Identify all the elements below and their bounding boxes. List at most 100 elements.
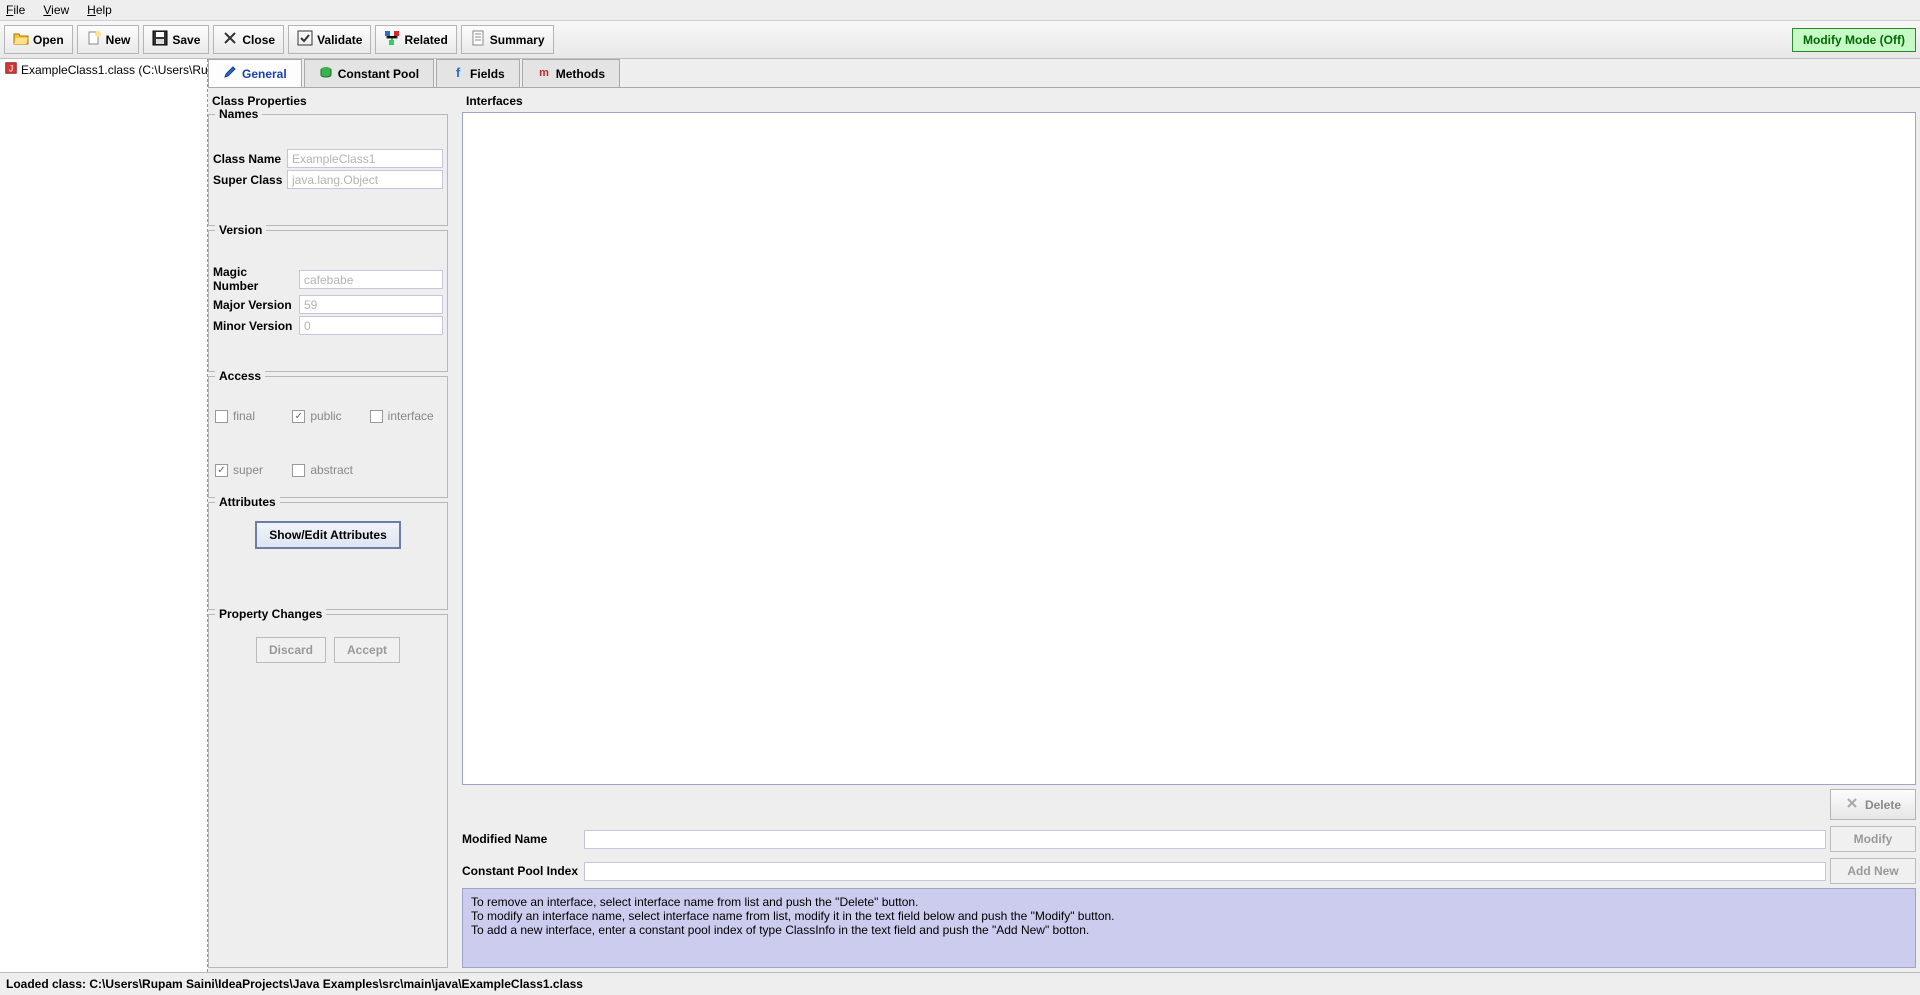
minor-field[interactable]: 0	[299, 316, 443, 335]
tab-constant-pool[interactable]: Constant Pool	[304, 59, 434, 87]
public-checkbox[interactable]: ✓ public	[292, 409, 363, 423]
field-icon: f	[451, 65, 465, 82]
abstract-checkbox[interactable]: abstract	[292, 463, 363, 477]
tab-fields[interactable]: f Fields	[436, 59, 520, 87]
checkbox-checked-icon: ✓	[292, 410, 305, 423]
interface-label: interface	[388, 409, 434, 423]
open-button[interactable]: Open	[4, 25, 73, 54]
interfaces-title: Interfaces	[462, 92, 1916, 110]
related-button[interactable]: Related	[375, 25, 456, 54]
attributes-legend: Attributes	[215, 495, 280, 509]
validate-label: Validate	[317, 33, 362, 47]
super-checkbox[interactable]: ✓super	[215, 463, 286, 477]
tab-methods[interactable]: m Methods	[522, 59, 620, 87]
final-label: final	[233, 409, 255, 423]
property-changes-legend: Property Changes	[215, 607, 326, 621]
tab-fields-label: Fields	[470, 67, 505, 81]
method-icon: m	[537, 65, 551, 82]
save-icon	[152, 30, 168, 49]
interface-checkbox[interactable]: interface	[370, 409, 441, 423]
final-checkbox[interactable]: final	[215, 409, 286, 423]
checkbox-icon	[370, 410, 383, 423]
open-icon	[13, 30, 29, 49]
menu-view-label: iew	[51, 3, 69, 17]
version-fieldset: Version Magic Number cafebabe Major Vers…	[208, 230, 448, 372]
tree-item[interactable]: J ExampleClass1.class (C:\Users\Ru	[4, 61, 203, 78]
names-fieldset: Names Class Name ExampleClass1 Super Cla…	[208, 114, 448, 226]
open-label: Open	[33, 33, 64, 47]
super-class-label: Super Class	[213, 173, 283, 187]
close-button[interactable]: Close	[213, 25, 284, 54]
constant-pool-index-label: Constant Pool Index	[462, 864, 580, 878]
abstract-label: abstract	[310, 463, 353, 477]
help-line: To remove an interface, select interface…	[471, 895, 1907, 909]
help-line: To add a new interface, enter a constant…	[471, 923, 1907, 937]
show-edit-attributes-button[interactable]: Show/Edit Attributes	[255, 521, 401, 549]
close-label: Close	[242, 33, 275, 47]
names-legend: Names	[215, 107, 262, 121]
class-name-field[interactable]: ExampleClass1	[287, 149, 443, 168]
super-class-field[interactable]: java.lang.Object	[287, 170, 443, 189]
pool-icon	[319, 65, 333, 82]
interfaces-list[interactable]	[462, 112, 1916, 785]
save-label: Save	[172, 33, 200, 47]
checkbox-icon	[215, 410, 228, 423]
constant-pool-index-input[interactable]	[584, 862, 1826, 881]
pencil-icon	[223, 65, 237, 82]
property-changes-fieldset: Property Changes Discard Accept	[208, 614, 448, 968]
access-legend: Access	[215, 369, 265, 383]
super-label: super	[233, 463, 263, 477]
menu-help[interactable]: Help	[87, 3, 112, 17]
summary-button[interactable]: Summary	[461, 25, 554, 54]
related-label: Related	[404, 33, 447, 47]
summary-icon	[470, 30, 486, 49]
accept-button[interactable]: Accept	[334, 637, 400, 663]
modify-mode-label: Modify Mode (Off)	[1803, 33, 1905, 47]
close-icon	[222, 30, 238, 49]
discard-button[interactable]: Discard	[256, 637, 326, 663]
tree-item-label: ExampleClass1.class (C:\Users\Ru	[21, 63, 208, 77]
tab-general[interactable]: General	[208, 59, 302, 87]
modify-mode-button[interactable]: Modify Mode (Off)	[1792, 28, 1916, 52]
related-icon	[384, 30, 400, 49]
tree-pane[interactable]: J ExampleClass1.class (C:\Users\Ru	[0, 59, 208, 972]
class-file-icon: J	[4, 61, 18, 78]
access-fieldset: Access final ✓public interface ✓super ab…	[208, 376, 448, 498]
new-label: New	[106, 33, 131, 47]
svg-text:J: J	[9, 64, 13, 74]
menu-help-label: elp	[96, 3, 112, 17]
modify-button[interactable]: Modify	[1830, 826, 1916, 852]
delete-icon	[1845, 796, 1859, 813]
new-button[interactable]: New	[77, 25, 140, 54]
checkbox-icon	[292, 464, 305, 477]
summary-label: Summary	[490, 33, 545, 47]
menu-file[interactable]: File	[6, 3, 25, 17]
validate-button[interactable]: Validate	[288, 25, 371, 54]
delete-button[interactable]: Delete	[1830, 789, 1916, 820]
major-label: Major Version	[213, 298, 295, 312]
svg-text:m: m	[539, 67, 549, 79]
attributes-fieldset: Attributes Show/Edit Attributes	[208, 502, 448, 610]
modified-name-input[interactable]	[584, 830, 1826, 849]
tab-methods-label: Methods	[556, 67, 605, 81]
menu-file-label: ile	[13, 3, 25, 17]
modified-name-label: Modified Name	[462, 832, 580, 846]
help-box: To remove an interface, select interface…	[462, 888, 1916, 968]
class-name-label: Class Name	[213, 152, 283, 166]
magic-field[interactable]: cafebabe	[299, 270, 443, 289]
menu-view[interactable]: View	[43, 3, 69, 17]
minor-label: Minor Version	[213, 319, 295, 333]
add-new-button[interactable]: Add New	[1830, 858, 1916, 884]
save-button[interactable]: Save	[143, 25, 209, 54]
public-label: public	[310, 409, 341, 423]
new-icon	[86, 30, 102, 49]
major-field[interactable]: 59	[299, 295, 443, 314]
delete-label: Delete	[1865, 798, 1901, 812]
validate-icon	[297, 30, 313, 49]
magic-label: Magic Number	[213, 265, 295, 293]
tab-constant-pool-label: Constant Pool	[338, 67, 419, 81]
tab-general-label: General	[242, 67, 287, 81]
status-bar: Loaded class: C:\Users\Rupam Saini\IdeaP…	[0, 972, 1920, 995]
svg-text:f: f	[456, 65, 461, 79]
help-line: To modify an interface name, select inte…	[471, 909, 1907, 923]
